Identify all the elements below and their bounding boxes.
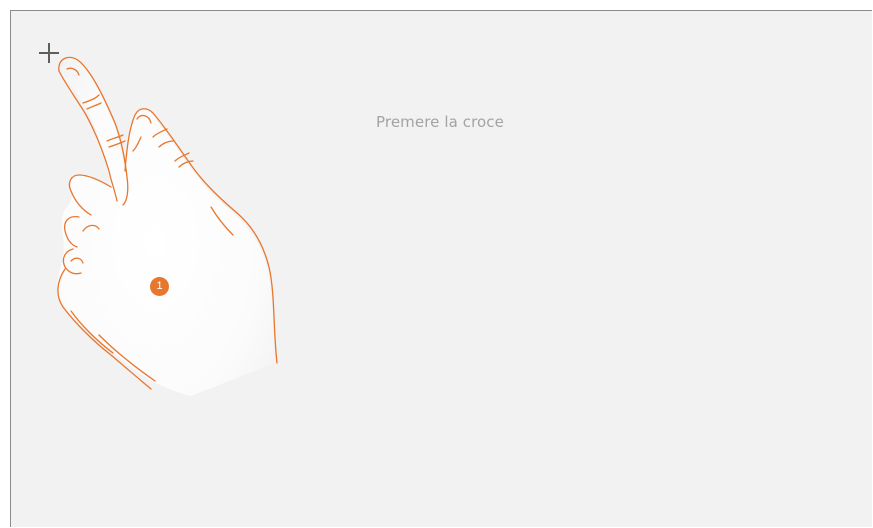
touch-screen: Premere la croce 1 <box>10 10 872 527</box>
instruction-text: Premere la croce <box>376 113 504 131</box>
step-number-badge: 1 <box>150 277 169 296</box>
pointing-hand-icon <box>57 56 278 396</box>
calibration-cross-icon[interactable] <box>38 42 60 64</box>
